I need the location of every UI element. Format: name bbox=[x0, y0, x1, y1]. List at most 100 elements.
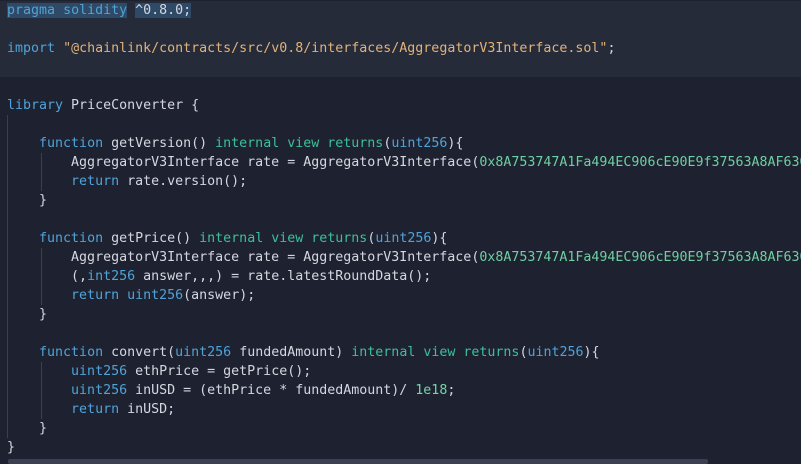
indent-guide bbox=[7, 115, 8, 134]
indent-guide bbox=[41, 172, 42, 191]
code-area[interactable]: pragma solidity ^0.8.0; import "@chainli… bbox=[0, 1, 801, 457]
number-literal: 1e18 bbox=[415, 383, 448, 398]
keyword-view: view bbox=[271, 231, 304, 246]
address-literal: 0x8A753747A1Fa494EC906cE90E9f37563A8AF63… bbox=[479, 155, 801, 170]
keyword-return: return bbox=[71, 174, 120, 189]
paren-close: ){ bbox=[431, 231, 448, 246]
horizontal-scrollbar[interactable] bbox=[8, 459, 708, 464]
code-line-23[interactable]: } bbox=[0, 419, 801, 438]
keyword-returns: returns bbox=[463, 345, 520, 360]
code-line-2[interactable] bbox=[0, 20, 801, 39]
code-line-5[interactable] bbox=[0, 77, 801, 96]
indent-guide bbox=[7, 248, 8, 267]
import-path-string: "@chainlink/contracts/src/v0.8/interface… bbox=[63, 41, 608, 56]
statement-text: AggregatorV3Interface rate = AggregatorV… bbox=[71, 155, 480, 170]
code-line-16[interactable]: return uint256(answer); bbox=[0, 286, 801, 305]
statement-text: (answer); bbox=[183, 288, 256, 303]
code-line-10[interactable]: return rate.version(); bbox=[0, 172, 801, 191]
code-line-13[interactable]: function getPrice() internal view return… bbox=[0, 229, 801, 248]
function-name: getPrice() bbox=[103, 231, 200, 246]
code-line-19[interactable]: function convert(uint256 fundedAmount) i… bbox=[0, 343, 801, 362]
type-uint256: uint256 bbox=[375, 231, 432, 246]
code-line-12[interactable] bbox=[0, 210, 801, 229]
indent-guide bbox=[41, 362, 42, 381]
keyword-function: function bbox=[39, 231, 104, 246]
keyword-internal: internal bbox=[199, 231, 264, 246]
indent-guide bbox=[7, 210, 8, 229]
statement-text: inUSD; bbox=[119, 402, 176, 417]
indent-guide bbox=[7, 343, 8, 362]
code-line-14[interactable]: AggregatorV3Interface rate = AggregatorV… bbox=[0, 248, 801, 267]
indent-guide bbox=[7, 381, 8, 400]
keyword-library: library bbox=[7, 98, 64, 113]
code-line-9[interactable]: AggregatorV3Interface rate = AggregatorV… bbox=[0, 153, 801, 172]
statement-text: ethPrice = getPrice(); bbox=[127, 364, 312, 379]
statement-text: AggregatorV3Interface rate = AggregatorV… bbox=[71, 250, 480, 265]
indent-guide bbox=[7, 286, 8, 305]
paren-close: ){ bbox=[583, 345, 600, 360]
keyword-import: import bbox=[7, 41, 56, 56]
indent-guide bbox=[41, 381, 42, 400]
indent-guide bbox=[41, 286, 42, 305]
type-uint256: uint256 bbox=[71, 364, 128, 379]
type-int256: int256 bbox=[87, 269, 136, 284]
indent-guide bbox=[7, 134, 8, 153]
keyword-function: function bbox=[39, 345, 104, 360]
code-line-20[interactable]: uint256 ethPrice = getPrice(); bbox=[0, 362, 801, 381]
type-uint256: uint256 bbox=[391, 136, 448, 151]
indent-guide bbox=[41, 153, 42, 172]
code-line-8[interactable]: function getVersion() internal view retu… bbox=[0, 134, 801, 153]
indent-guide bbox=[7, 172, 8, 191]
type-uint256: uint256 bbox=[175, 345, 232, 360]
indent-guide bbox=[7, 400, 8, 419]
code-line-1[interactable]: pragma solidity ^0.8.0; bbox=[0, 1, 801, 20]
code-line-4[interactable] bbox=[0, 58, 801, 77]
keyword-return: return bbox=[71, 288, 120, 303]
semicolon: ; bbox=[447, 383, 456, 398]
keyword-returns: returns bbox=[327, 136, 384, 151]
function-name: getVersion() bbox=[103, 136, 216, 151]
type-uint256: uint256 bbox=[71, 383, 128, 398]
paren-close: ){ bbox=[447, 136, 464, 151]
code-line-7[interactable] bbox=[0, 115, 801, 134]
indent-guide bbox=[7, 324, 8, 343]
keyword-view: view bbox=[287, 136, 320, 151]
code-line-24[interactable]: } bbox=[0, 438, 801, 457]
statement-text: rate.version(); bbox=[119, 174, 248, 189]
indent-guide bbox=[7, 419, 8, 438]
indent-guide bbox=[7, 191, 8, 210]
code-line-6[interactable]: library PriceConverter { bbox=[0, 96, 801, 115]
indent-guide bbox=[41, 267, 42, 286]
indent-guide bbox=[7, 362, 8, 381]
keyword-solidity: solidity bbox=[63, 3, 128, 18]
param-name: fundedAmount) bbox=[231, 345, 352, 360]
semicolon: ; bbox=[607, 41, 616, 56]
keyword-return: return bbox=[71, 402, 120, 417]
keyword-view: view bbox=[423, 345, 456, 360]
statement-text: inUSD = (ethPrice * fundedAmount)/ bbox=[127, 383, 416, 398]
keyword-function: function bbox=[39, 136, 104, 151]
code-line-22[interactable]: return inUSD; bbox=[0, 400, 801, 419]
closing-brace: } bbox=[39, 307, 48, 322]
closing-brace: } bbox=[7, 440, 16, 455]
function-name: convert( bbox=[103, 345, 176, 360]
statement-prefix: (, bbox=[71, 269, 88, 284]
indent-guide bbox=[41, 400, 42, 419]
code-line-18[interactable] bbox=[0, 324, 801, 343]
statement-text: answer,,,) = rate.latestRoundData(); bbox=[135, 269, 432, 284]
code-line-17[interactable]: } bbox=[0, 305, 801, 324]
keyword-returns: returns bbox=[311, 231, 368, 246]
keyword-internal: internal bbox=[351, 345, 416, 360]
indent-guide bbox=[41, 248, 42, 267]
code-editor[interactable]: pragma solidity ^0.8.0; import "@chainli… bbox=[0, 0, 801, 464]
code-line-15[interactable]: (,int256 answer,,,) = rate.latestRoundDa… bbox=[0, 267, 801, 286]
library-name: PriceConverter { bbox=[63, 98, 200, 113]
code-line-21[interactable]: uint256 inUSD = (ethPrice * fundedAmount… bbox=[0, 381, 801, 400]
indent-guide bbox=[7, 267, 8, 286]
type-uint256: uint256 bbox=[527, 345, 584, 360]
version-text: ^0.8.0; bbox=[135, 3, 192, 18]
indent-guide bbox=[7, 305, 8, 324]
code-line-3[interactable]: import "@chainlink/contracts/src/v0.8/in… bbox=[0, 39, 801, 58]
code-line-11[interactable]: } bbox=[0, 191, 801, 210]
closing-brace: } bbox=[39, 193, 48, 208]
